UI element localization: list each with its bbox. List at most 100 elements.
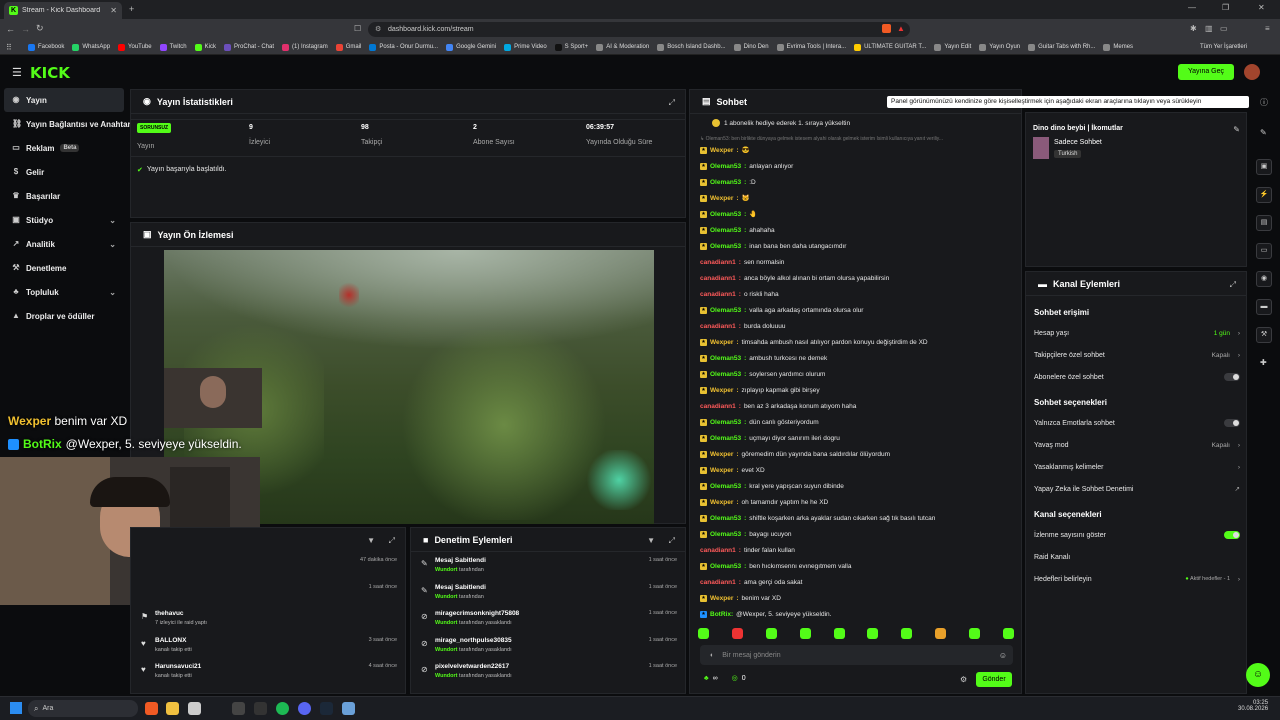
chat-username[interactable]: canadiann1 bbox=[700, 323, 736, 330]
emote-icon[interactable] bbox=[799, 628, 811, 639]
chat-settings-icon[interactable]: ⚙ bbox=[960, 675, 967, 684]
widget-chat-icon[interactable]: ▭ bbox=[1256, 243, 1272, 259]
chat-message[interactable]: ★ Oleman53: soylersen yardımcı olurum bbox=[690, 366, 1021, 382]
bookmark-item[interactable]: (1) Instagram bbox=[282, 43, 328, 51]
taskbar-search[interactable]: ⌕ Ara bbox=[28, 700, 138, 717]
expand-icon[interactable]: ⤢ bbox=[669, 536, 675, 546]
chat-message[interactable]: ★ Wexper: benim var XD bbox=[690, 590, 1021, 606]
chat-message[interactable]: ★ Wexper: 🐱 bbox=[690, 190, 1021, 206]
emote-icon[interactable] bbox=[901, 628, 913, 639]
emote-only-toggle[interactable] bbox=[1224, 419, 1240, 427]
sidebar-item-3[interactable]: $ Gelir bbox=[0, 160, 128, 184]
widget-doc-icon[interactable]: ▤ bbox=[1256, 215, 1272, 231]
chat-username[interactable]: Wexper bbox=[710, 387, 733, 394]
sidebar-item-6[interactable]: ↗ Analitik ⌄ bbox=[0, 232, 128, 256]
widget-eye-icon[interactable]: ◉ bbox=[1256, 271, 1272, 287]
sidebar-item-4[interactable]: ♛ Başarılar bbox=[0, 184, 128, 208]
bookmark-item[interactable]: Bosch Island Dashb... bbox=[657, 43, 726, 51]
chat-username[interactable]: Oleman53 bbox=[710, 435, 741, 442]
expand-icon[interactable]: ⤢ bbox=[389, 536, 395, 546]
chat-message[interactable]: ★ Oleman53: inan bana ben daha utangacımdı… bbox=[690, 238, 1021, 254]
followers-only-row[interactable]: Takipçilere özel sohbet Kapalı › bbox=[1034, 344, 1240, 366]
bookmark-item[interactable]: Facebook bbox=[28, 43, 64, 51]
bookmark-item[interactable]: Prime Video bbox=[504, 43, 547, 51]
chat-username[interactable]: BotRix: bbox=[710, 611, 733, 618]
chat-message[interactable]: ★ Oleman53: valla aga arkadaş ortamında ol… bbox=[690, 302, 1021, 318]
wallet-icon[interactable]: ▭ bbox=[1220, 24, 1228, 33]
help-chat-icon[interactable]: ☺ bbox=[1246, 663, 1270, 687]
chat-username[interactable]: Oleman53 bbox=[710, 563, 741, 570]
add-widget-icon[interactable]: ✚ bbox=[1260, 358, 1267, 367]
bookmark-item[interactable]: Yayın Oyun bbox=[979, 43, 1020, 51]
widget-bolt-icon[interactable]: ⚡ bbox=[1256, 187, 1272, 203]
windows-start-icon[interactable] bbox=[10, 702, 22, 714]
chat-message[interactable]: ★ BotRix: @Wexper, 5. seviyeye yükseldin. bbox=[690, 606, 1021, 622]
bookmark-item[interactable]: ProChat - Chat bbox=[223, 43, 274, 51]
close-window-icon[interactable]: ✕ bbox=[1258, 3, 1265, 12]
chat-username[interactable]: Oleman53 bbox=[710, 227, 741, 234]
chat-username[interactable]: canadiann1 bbox=[700, 275, 736, 282]
chat-message[interactable]: ★ Oleman53: ahahaha bbox=[690, 222, 1021, 238]
reload-icon[interactable]: ↻ bbox=[36, 23, 44, 34]
hamburger-menu-icon[interactable]: ☰ bbox=[12, 66, 22, 79]
settings-icon[interactable]: ◐ bbox=[710, 652, 714, 659]
chat-username[interactable]: Oleman53 bbox=[710, 179, 741, 186]
chat-message[interactable]: canadiann1: ben az 3 arkadaşa konum atıyo… bbox=[690, 398, 1021, 414]
extensions-icon[interactable]: ✱ bbox=[1190, 24, 1197, 33]
chat-message[interactable]: ★ Oleman53: dün canlı gösteriyordum bbox=[690, 414, 1021, 430]
chat-message[interactable]: ★ Wexper: evet XD bbox=[690, 462, 1021, 478]
minimize-icon[interactable]: — bbox=[1188, 3, 1196, 12]
sidebar-item-7[interactable]: ⚒ Denetleme bbox=[0, 256, 128, 280]
edit-layout-icon[interactable]: ✎ bbox=[1260, 128, 1267, 137]
chat-username[interactable]: canadiann1 bbox=[700, 547, 736, 554]
chat-username[interactable]: Oleman53 bbox=[710, 243, 741, 250]
chat-username[interactable]: Wexper bbox=[710, 467, 733, 474]
account-age-row[interactable]: Hesap yaşı 1 gün › bbox=[1034, 322, 1240, 344]
sidebar-item-5[interactable]: ▣ Stüdyo ⌄ bbox=[0, 208, 128, 232]
chat-username[interactable]: Wexper bbox=[710, 499, 733, 506]
emote-only-row[interactable]: Yalnızca Emotlarla sohbet bbox=[1034, 412, 1240, 434]
chat-message[interactable]: canadiann1: ama gerçi oda sakat bbox=[690, 574, 1021, 590]
emote-icon[interactable] bbox=[867, 628, 879, 639]
bookmark-item[interactable]: ULTIMATE GUITAR T... bbox=[854, 43, 926, 51]
chat-message[interactable]: canadiann1: o riskli haha bbox=[690, 286, 1021, 302]
chat-username[interactable]: Oleman53 bbox=[710, 515, 741, 522]
ai-moderation-row[interactable]: Yapay Zeka ile Sohbet Denetimi ↗ bbox=[1034, 478, 1240, 500]
chat-username[interactable]: Oleman53 bbox=[710, 531, 741, 538]
bookmark-item[interactable]: Google Gemini bbox=[446, 43, 496, 51]
emote-icon[interactable] bbox=[969, 628, 980, 639]
emote-icon[interactable] bbox=[731, 628, 743, 639]
chat-username[interactable]: canadiann1 bbox=[700, 579, 736, 586]
bookmark-item[interactable]: Yayın Edit bbox=[934, 43, 971, 51]
chat-message[interactable]: canadiann1: sen normalsin bbox=[690, 254, 1021, 270]
chat-username[interactable]: Wexper bbox=[710, 595, 733, 602]
bookmark-item[interactable]: Guitar Tabs with Rh... bbox=[1028, 43, 1095, 51]
send-button[interactable]: Gönder bbox=[976, 672, 1012, 687]
chat-message[interactable]: ★ Wexper: 😎 bbox=[690, 142, 1021, 158]
go-live-button[interactable]: Yayına Geç bbox=[1178, 64, 1234, 80]
chat-username[interactable]: Oleman53 bbox=[710, 371, 741, 378]
chat-message[interactable]: canadiann1: anca böyle alkol alınan bi or… bbox=[690, 270, 1021, 286]
maximize-icon[interactable]: ❐ bbox=[1222, 3, 1229, 12]
chat-message[interactable]: ★ Wexper: zıplayıp kapmak gibi birşey bbox=[690, 382, 1021, 398]
sidebar-item-9[interactable]: ▲ Droplar ve ödüller bbox=[0, 304, 128, 328]
file-explorer-icon[interactable] bbox=[166, 702, 179, 715]
emote-icon[interactable] bbox=[833, 628, 845, 639]
bookmark-item[interactable]: YouTube bbox=[118, 43, 152, 51]
sidebar-item-2[interactable]: ▭ Reklam Beta bbox=[0, 136, 128, 160]
menu-icon[interactable]: ≡ bbox=[1265, 24, 1270, 33]
emoji-icon[interactable]: ☺ bbox=[999, 651, 1007, 660]
all-bookmarks[interactable]: Tüm Yer İşaretleri bbox=[1200, 44, 1247, 50]
subscribers-only-toggle[interactable] bbox=[1224, 373, 1240, 381]
brave-rewards-icon[interactable]: ▲ bbox=[897, 24, 906, 33]
chat-message[interactable]: ★ Wexper: timsahda ambush nasıl atılıyor p… bbox=[690, 334, 1021, 350]
chat-message[interactable]: ★ Oleman53: 🤚 bbox=[690, 206, 1021, 222]
sidebar-item-1[interactable]: ⛓ Yayın Bağlantısı ve Anahtarı bbox=[0, 112, 133, 136]
chat-username[interactable]: Oleman53 bbox=[710, 163, 741, 170]
bookmark-item[interactable]: Dino Den bbox=[733, 43, 769, 51]
chat-message[interactable]: canadiann1: burda doluuuu bbox=[690, 318, 1021, 334]
expand-icon[interactable]: ⤢ bbox=[669, 98, 675, 108]
goals-row[interactable]: Hedefleri belirleyin ● Aktif hedefler - 1… bbox=[1034, 568, 1240, 590]
chat-input[interactable]: ◐ Bir mesaj gönderin ☺ bbox=[700, 645, 1013, 665]
chat-username[interactable]: Oleman53 bbox=[710, 419, 741, 426]
